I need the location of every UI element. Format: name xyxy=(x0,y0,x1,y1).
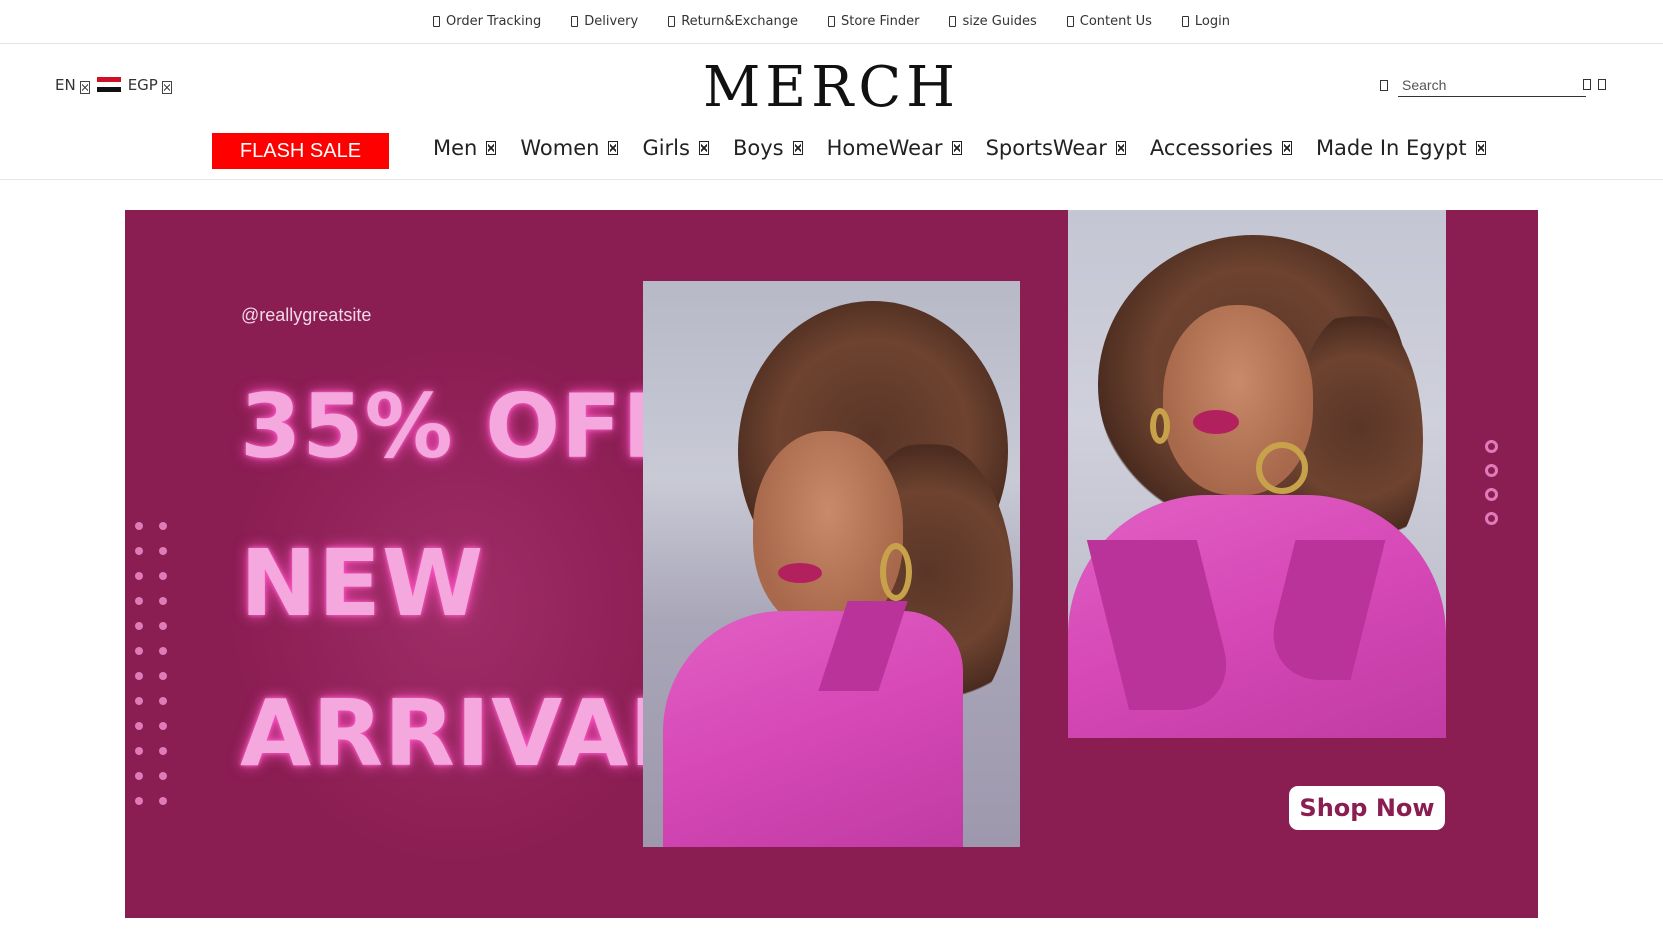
cart-icon[interactable] xyxy=(1598,79,1606,90)
utility-bar: Order Tracking Delivery Return&Exchange … xyxy=(0,0,1663,44)
nav-item-label: HomeWear xyxy=(826,136,943,160)
carousel-dot[interactable] xyxy=(1485,440,1498,453)
nav-item-sportswear[interactable]: SportsWear xyxy=(986,136,1126,160)
size-guides-label: size Guides xyxy=(962,14,1037,29)
contact-us-link[interactable]: Content Us xyxy=(1066,14,1152,29)
model-photo-left xyxy=(643,281,1020,847)
nav-item-label: Girls xyxy=(642,136,690,160)
login-label: Login xyxy=(1194,14,1230,29)
main-navigation: FLASH SALE Men Women Girls Boys HomeWear… xyxy=(0,128,1663,180)
nav-item-women[interactable]: Women xyxy=(520,136,619,160)
delivery-link[interactable]: Delivery xyxy=(571,14,638,29)
nav-item-men[interactable]: Men xyxy=(433,136,497,160)
carousel-dot[interactable] xyxy=(1485,512,1498,525)
chevron-down-icon xyxy=(792,141,803,155)
box-glyph-icon xyxy=(1066,16,1074,27)
nav-item-label: Boys xyxy=(732,136,784,160)
discount-headline: 35% OFF xyxy=(240,375,684,478)
search-icon[interactable] xyxy=(1380,80,1388,91)
social-handle: @reallygreatsite xyxy=(241,305,372,325)
hero-banner[interactable]: @reallygreatsite 35% OFF NEW ARRIVAL Sho… xyxy=(125,210,1538,918)
nav-item-label: SportsWear xyxy=(985,136,1107,160)
decorative-dot-grid xyxy=(135,522,167,805)
nav-item-label: Made In Egypt xyxy=(1315,136,1467,160)
order-tracking-link[interactable]: Order Tracking xyxy=(433,14,541,29)
box-glyph-icon xyxy=(668,16,676,27)
login-link[interactable]: Login xyxy=(1181,14,1230,29)
wishlist-icon[interactable] xyxy=(1583,79,1591,90)
chevron-down-icon xyxy=(1115,141,1126,155)
nav-item-label: Accessories xyxy=(1149,136,1273,160)
nav-item-homewear[interactable]: HomeWear xyxy=(827,136,962,160)
nav-item-girls[interactable]: Girls xyxy=(642,136,709,160)
chevron-down-icon xyxy=(1475,141,1486,155)
model-photo-right xyxy=(1068,210,1446,738)
chevron-down-icon xyxy=(951,141,962,155)
search-bar xyxy=(1380,74,1586,97)
flash-sale-button[interactable]: FLASH SALE xyxy=(212,133,389,169)
category-menu: Men Women Girls Boys HomeWear SportsWear… xyxy=(433,136,1486,160)
store-finder-label: Store Finder xyxy=(840,14,920,29)
box-glyph-icon xyxy=(949,16,957,27)
chevron-down-icon xyxy=(486,141,497,155)
nav-item-boys[interactable]: Boys xyxy=(733,136,803,160)
order-tracking-label: Order Tracking xyxy=(446,14,542,29)
shop-now-button[interactable]: Shop Now xyxy=(1289,786,1445,830)
contact-us-label: Content Us xyxy=(1079,14,1152,29)
nav-item-label: Men xyxy=(433,136,478,160)
return-exchange-link[interactable]: Return&Exchange xyxy=(668,14,798,29)
return-exchange-label: Return&Exchange xyxy=(681,14,798,29)
new-headline: NEW xyxy=(240,530,485,637)
arrival-headline: ARRIVAL xyxy=(240,680,689,787)
size-guides-link[interactable]: size Guides xyxy=(949,14,1037,29)
delivery-label: Delivery xyxy=(584,14,639,29)
nav-item-label: Women xyxy=(520,136,600,160)
nav-item-made-in-egypt[interactable]: Made In Egypt xyxy=(1316,136,1486,160)
nav-item-accessories[interactable]: Accessories xyxy=(1150,136,1292,160)
store-finder-link[interactable]: Store Finder xyxy=(827,14,920,29)
box-glyph-icon xyxy=(433,16,441,27)
chevron-down-icon xyxy=(608,141,619,155)
carousel-indicators[interactable] xyxy=(1485,440,1498,525)
box-glyph-icon xyxy=(827,16,835,27)
box-glyph-icon xyxy=(571,16,579,27)
chevron-down-icon xyxy=(698,141,709,155)
search-input[interactable] xyxy=(1398,74,1586,97)
box-glyph-icon xyxy=(1181,16,1189,27)
header-actions xyxy=(1583,79,1606,90)
chevron-down-icon xyxy=(1281,141,1292,155)
carousel-dot[interactable] xyxy=(1485,464,1498,477)
carousel-dot[interactable] xyxy=(1485,488,1498,501)
